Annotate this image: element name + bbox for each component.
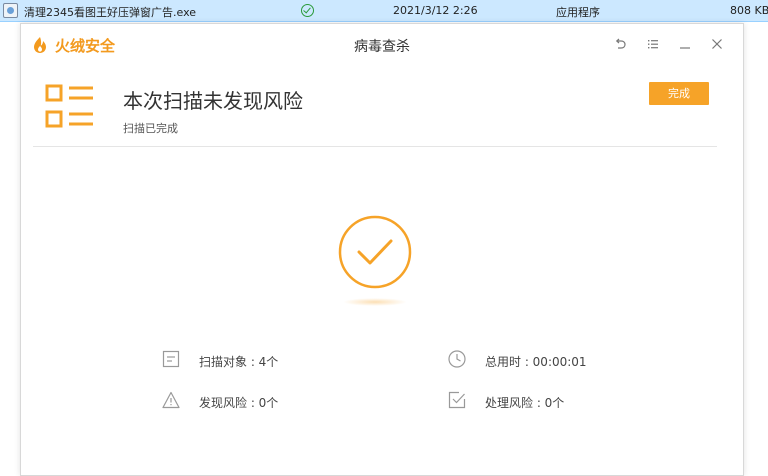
done-button[interactable]: 完成 <box>649 82 709 105</box>
total-time-text: 总用时 : 00:00:01 <box>485 355 587 369</box>
close-button[interactable] <box>707 34 727 54</box>
back-button[interactable] <box>611 34 631 54</box>
sync-ok-icon <box>301 4 314 17</box>
clock-icon <box>448 350 466 368</box>
back-icon <box>615 38 626 49</box>
result-subtitle: 扫描已完成 <box>123 122 178 135</box>
minimize-icon <box>680 47 690 49</box>
file-type: 应用程序 <box>556 6 600 19</box>
file-size: 808 KB <box>730 4 768 17</box>
check-shadow <box>343 298 407 306</box>
explorer-file-row[interactable]: 清理2345看图王好压弹窗广告.exe 2021/3/12 2:26 应用程序 … <box>0 0 768 22</box>
list-report-icon <box>45 84 93 128</box>
risks-found-text: 发现风险 : 0个 <box>199 396 279 410</box>
file-date: 2021/3/12 2:26 <box>393 4 478 17</box>
document-icon <box>162 350 180 368</box>
menu-icon <box>648 40 658 49</box>
divider <box>33 146 717 147</box>
window-title: 病毒查杀 <box>354 39 410 55</box>
minimize-button[interactable] <box>675 34 695 54</box>
file-name: 清理2345看图王好压弹窗广告.exe <box>24 6 197 19</box>
checkbox-icon <box>448 391 466 409</box>
result-title: 本次扫描未发现风险 <box>123 89 303 113</box>
file-exe-icon <box>3 3 18 18</box>
title-bar[interactable]: 火绒安全 病毒查杀 <box>21 24 743 64</box>
risks-handled-text: 处理风险 : 0个 <box>485 396 565 410</box>
virus-scan-dialog: 火绒安全 病毒查杀 本次扫描未发现风险 扫描已完成 完成 扫描对象: 4个 总… <box>20 23 744 476</box>
close-icon <box>712 39 722 49</box>
scan-objects-text: 扫描对象 : 4个 <box>199 355 279 369</box>
menu-button[interactable] <box>643 34 663 54</box>
warning-icon <box>162 391 180 409</box>
check-circle-icon <box>338 215 412 289</box>
